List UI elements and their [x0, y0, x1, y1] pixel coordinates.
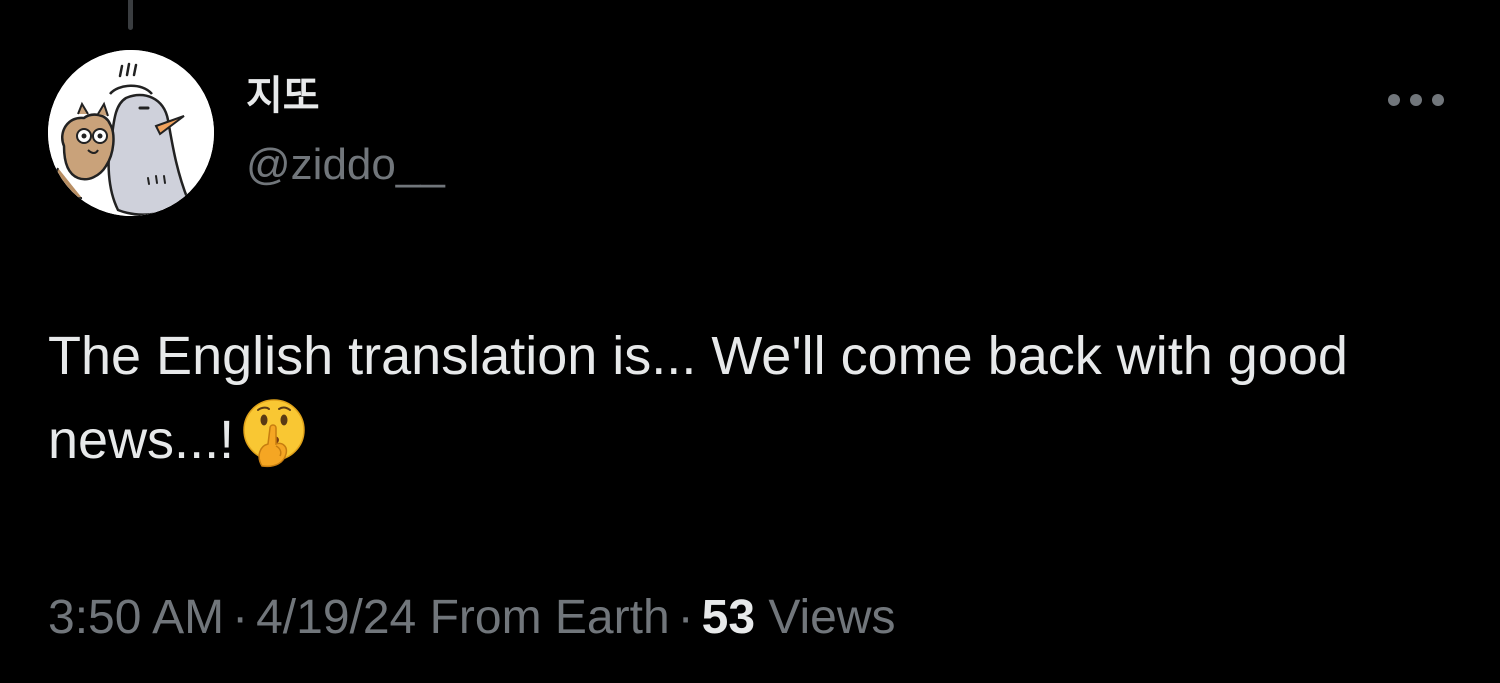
- tweet-date[interactable]: 4/19/24: [256, 591, 416, 644]
- cartoon-pigeon-and-squirrel-avatar-icon: [48, 50, 214, 216]
- tweet-card: 지또 @ziddo__ The English translation is..…: [0, 0, 1500, 683]
- user-handle[interactable]: @ziddo__: [246, 138, 445, 192]
- tweet-source: From Earth: [429, 591, 670, 644]
- thread-connector-line: [128, 0, 133, 30]
- avatar[interactable]: [48, 50, 214, 216]
- user-info: 지또 @ziddo__: [246, 70, 445, 192]
- views-count[interactable]: 53: [702, 591, 755, 644]
- more-options-button[interactable]: [1376, 80, 1456, 120]
- views-label[interactable]: Views: [768, 591, 895, 644]
- shushing-face-emoji-icon: [238, 396, 310, 468]
- tweet-time[interactable]: 3:50 AM: [48, 591, 224, 644]
- tweet-metadata: 3:50 AM · 4/19/24 From Earth · 53 Views: [48, 586, 896, 650]
- display-name[interactable]: 지또: [246, 70, 445, 122]
- meta-separator: ·: [677, 591, 694, 644]
- meta-separator: ·: [232, 591, 249, 644]
- tweet-text: The English translation is... We'll come…: [48, 316, 1468, 480]
